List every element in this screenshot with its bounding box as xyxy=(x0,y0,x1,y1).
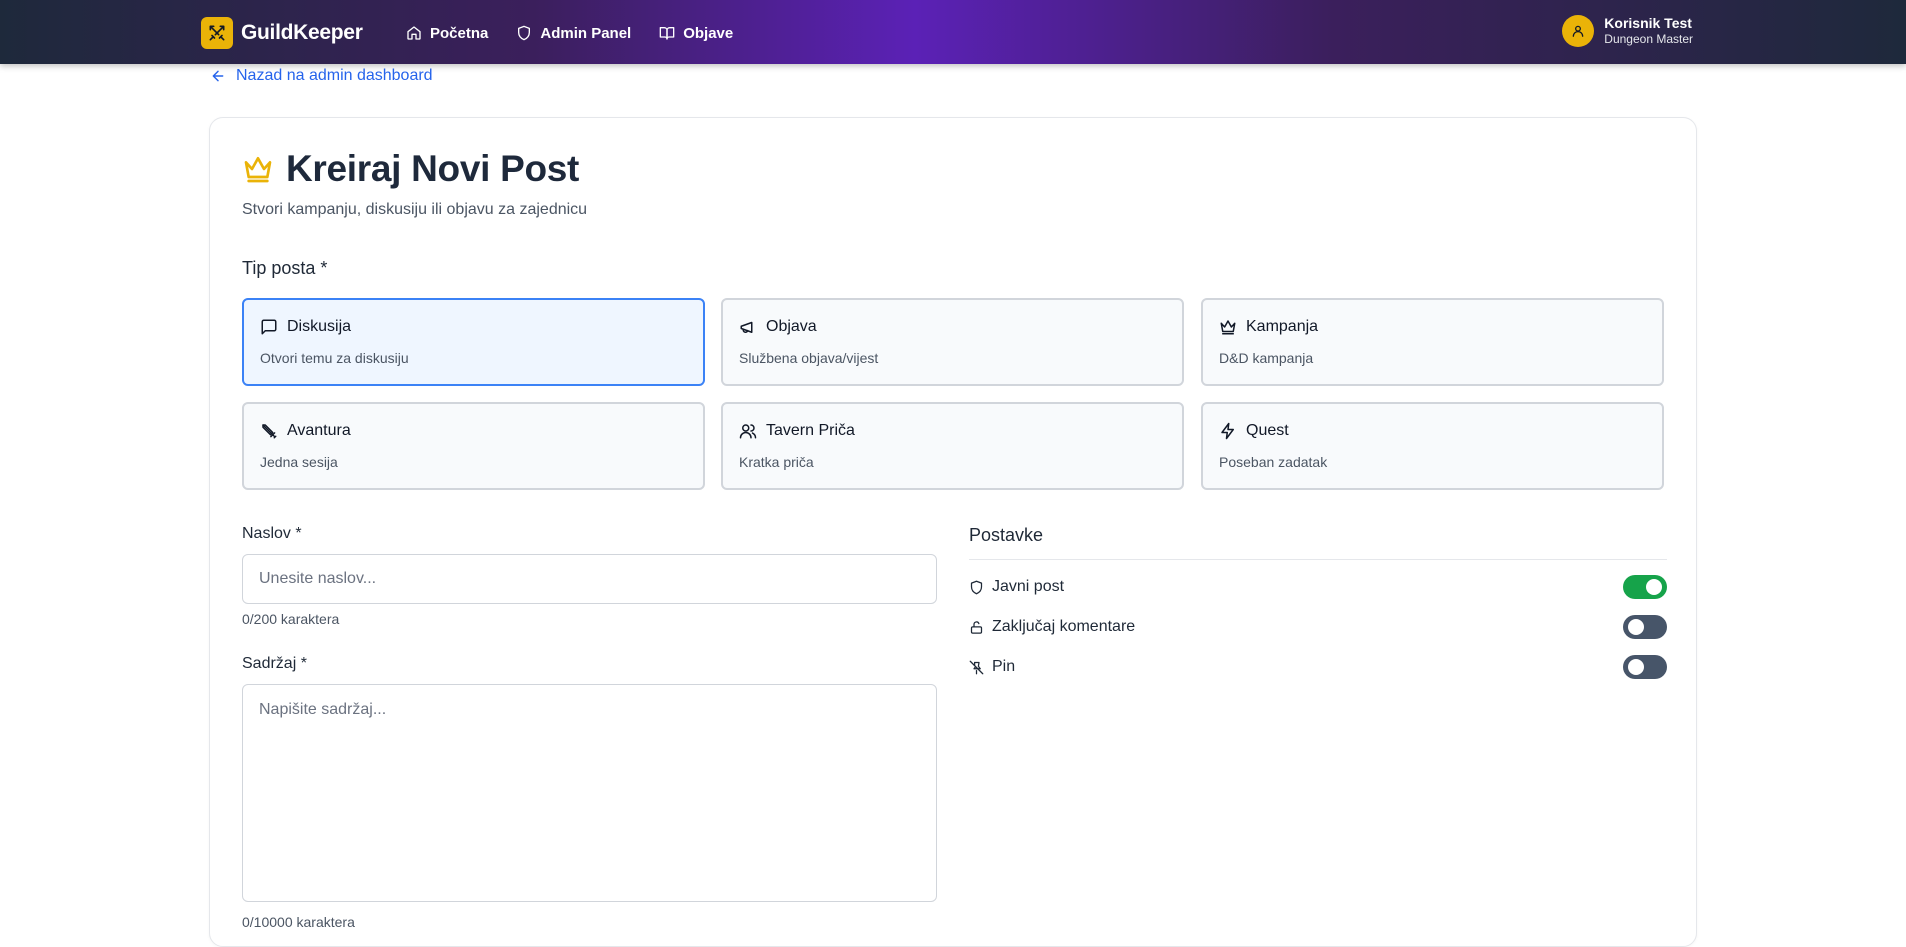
post-type-description: Službena objava/vijest xyxy=(739,350,879,366)
users-icon xyxy=(739,424,757,439)
create-post-card: Kreiraj Novi Post Stvori kampanju, disku… xyxy=(209,117,1697,947)
nav-link-home[interactable]: Početna xyxy=(406,20,488,46)
user-icon xyxy=(1572,25,1584,37)
home-icon xyxy=(407,26,421,40)
pin-off-icon xyxy=(969,660,984,674)
post-type-objava[interactable]: Objava Službena objava/vijest xyxy=(721,298,1184,386)
user-name: Korisnik Test xyxy=(1604,15,1692,32)
toggle-knob xyxy=(1646,579,1662,595)
settings-title: Postavke xyxy=(969,525,1044,545)
user-menu[interactable]: Korisnik Test Dungeon Master xyxy=(1562,15,1693,47)
post-type-diskusija[interactable]: Diskusija Otvori temu za diskusiju xyxy=(242,298,705,386)
setting-lock-comments: Zaključaj komentare xyxy=(969,614,1667,640)
user-role: Dungeon Master xyxy=(1604,32,1693,47)
arrow-left-icon xyxy=(212,70,224,82)
post-type-label: Tip posta * xyxy=(242,258,328,278)
zap-icon xyxy=(1221,422,1234,440)
crown-icon xyxy=(244,157,272,183)
brand[interactable]: GuildKeeper xyxy=(201,17,363,49)
setting-pin: Pin xyxy=(969,654,1667,680)
setting-label: Zaključaj komentare xyxy=(992,618,1136,635)
toggle-knob xyxy=(1628,659,1644,675)
page-title: Kreiraj Novi Post xyxy=(286,148,580,189)
post-type-title: Kampanja xyxy=(1246,318,1319,335)
nav-link-label: Admin Panel xyxy=(540,24,632,42)
settings-divider xyxy=(969,559,1667,560)
post-type-description: Poseban zadatak xyxy=(1219,454,1328,470)
title-char-counter: 0/200 karaktera xyxy=(242,611,340,627)
post-type-avantura[interactable]: Avantura Jedna sesija xyxy=(242,402,705,490)
post-type-kampanja[interactable]: Kampanja D&D kampanja xyxy=(1201,298,1664,386)
page-header: Kreiraj Novi Post xyxy=(242,148,579,190)
main-nav: Početna Admin Panel Objave xyxy=(406,20,761,46)
top-navbar: GuildKeeper Početna Admin Panel Objave K… xyxy=(0,0,1906,64)
post-type-tavern-prica[interactable]: Tavern Priča Kratka priča xyxy=(721,402,1184,490)
post-type-description: Jedna sesija xyxy=(260,454,338,470)
post-type-quest[interactable]: Quest Poseban zadatak xyxy=(1201,402,1664,490)
shield-icon xyxy=(518,25,531,41)
page-subtitle: Stvori kampanju, diskusiju ili objavu za… xyxy=(242,201,588,218)
book-open-icon xyxy=(659,27,675,40)
setting-label: Pin xyxy=(992,658,1016,675)
nav-link-objave[interactable]: Objave xyxy=(659,20,733,46)
pin-toggle[interactable] xyxy=(1623,655,1667,679)
post-type-title: Tavern Priča xyxy=(766,422,855,439)
shield-icon xyxy=(970,580,983,594)
toggle-knob xyxy=(1628,619,1644,635)
post-type-description: D&D kampanja xyxy=(1219,350,1314,366)
post-type-title: Diskusija xyxy=(287,318,352,335)
setting-label: Javni post xyxy=(992,578,1065,595)
nav-link-label: Početna xyxy=(430,24,489,42)
back-to-dashboard-link[interactable]: Nazad na admin dashboard xyxy=(210,67,433,85)
post-type-title: Avantura xyxy=(287,422,351,439)
lock-comments-toggle[interactable] xyxy=(1623,615,1667,639)
unlock-icon xyxy=(970,620,983,634)
crossed-swords-icon xyxy=(201,17,233,49)
post-type-description: Otvori temu za diskusiju xyxy=(260,350,409,366)
nav-link-label: Objave xyxy=(683,24,734,42)
content-textarea[interactable] xyxy=(242,684,937,902)
title-field-label: Naslov * xyxy=(242,525,302,542)
setting-public-post: Javni post xyxy=(969,574,1667,600)
crown-icon xyxy=(1220,320,1236,335)
title-input[interactable] xyxy=(242,554,937,604)
post-type-title: Objava xyxy=(766,318,817,335)
back-link-label: Nazad na admin dashboard xyxy=(236,67,433,84)
brand-name: GuildKeeper xyxy=(241,21,363,44)
post-type-description: Kratka priča xyxy=(739,454,814,470)
avatar xyxy=(1562,15,1595,47)
content-field-label: Sadržaj * xyxy=(242,655,307,672)
post-type-title: Quest xyxy=(1246,422,1289,439)
public-post-toggle[interactable] xyxy=(1623,575,1667,599)
message-square-icon xyxy=(261,319,277,335)
nav-link-admin-panel[interactable]: Admin Panel xyxy=(516,20,631,46)
sword-icon xyxy=(262,424,277,439)
megaphone-icon xyxy=(740,321,753,333)
content-char-counter: 0/10000 karaktera xyxy=(242,914,355,930)
